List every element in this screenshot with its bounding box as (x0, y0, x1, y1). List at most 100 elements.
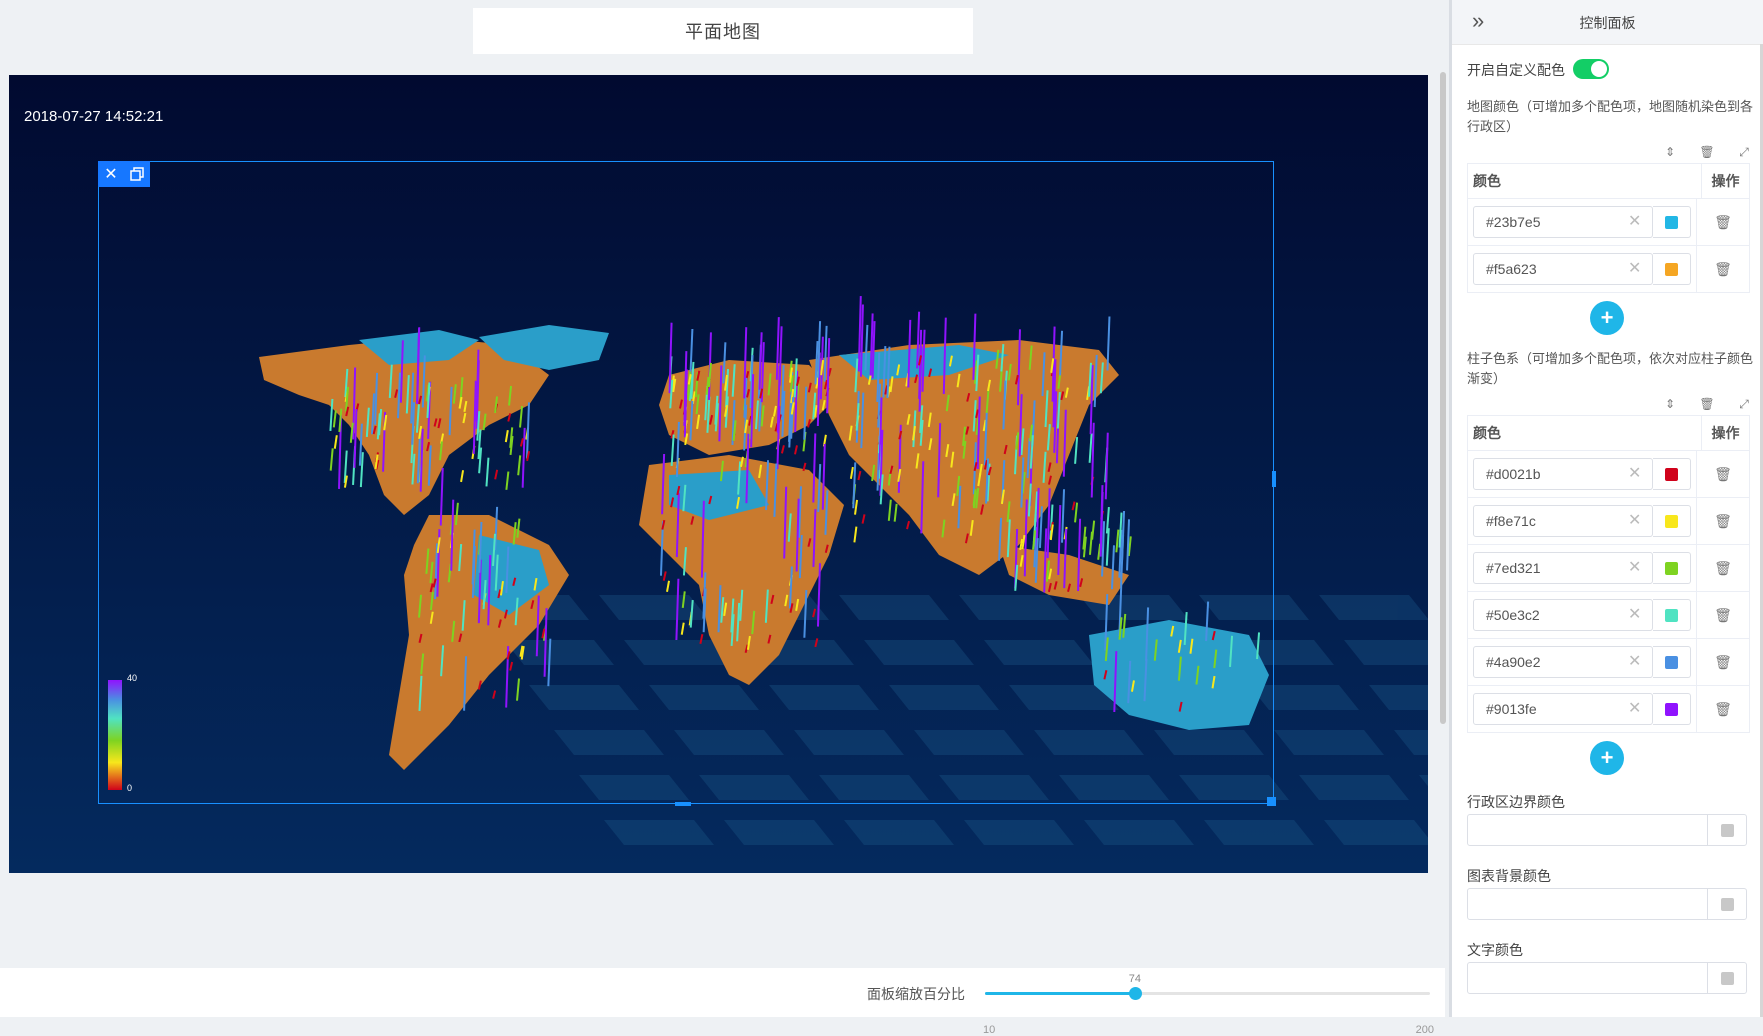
zoom-slider-thumb[interactable] (1128, 987, 1142, 1000)
table-header: 颜色 操作 (1468, 416, 1749, 451)
zoom-min-label: 10 (983, 1024, 996, 1036)
color-hex-input[interactable]: #50e3c2 (1473, 599, 1653, 631)
color-hex-input[interactable]: #f8e71c (1473, 505, 1653, 537)
col-action-header: 操作 (1711, 173, 1740, 189)
close-icon[interactable]: ✕ (98, 161, 124, 187)
action-cell: 🗑 (1697, 560, 1749, 577)
delete-row-icon[interactable]: 🗑 (1714, 560, 1732, 577)
text-color-input[interactable] (1467, 962, 1747, 994)
color-swatch (1665, 514, 1678, 528)
table-row: #7ed321 ✕ 🗑 (1468, 545, 1749, 592)
text-color-swatch[interactable] (1707, 963, 1746, 993)
table-row: #50e3c2 ✕ 🗑 (1468, 592, 1749, 639)
zoom-max-label: 200 (1415, 1024, 1434, 1036)
color-picker-button[interactable] (1653, 599, 1691, 631)
editor-area: 平面地图 2018-07-27 14:52:21 ✕ 40 0 (0, 0, 1446, 968)
clear-icon[interactable]: ✕ (1628, 206, 1641, 238)
color-cell: #f8e71c ✕ (1468, 498, 1697, 544)
color-picker-button[interactable] (1653, 552, 1691, 584)
add-map-color-button[interactable]: + (1590, 301, 1624, 335)
clear-icon[interactable]: ✕ (1628, 505, 1641, 537)
color-cell: #9013fe ✕ (1468, 686, 1697, 732)
table-row: #d0021b ✕ 🗑 (1468, 451, 1749, 498)
color-picker-button[interactable] (1653, 646, 1691, 678)
clear-icon[interactable]: ✕ (1628, 458, 1641, 490)
table-row: #f8e71c ✕ 🗑 (1468, 498, 1749, 545)
color-cell: #7ed321 ✕ (1468, 545, 1697, 591)
add-bar-color-button[interactable]: + (1590, 741, 1624, 775)
color-picker-button[interactable] (1653, 505, 1691, 537)
delete-row-icon[interactable]: 🗑 (1714, 466, 1732, 483)
col-action-header: 操作 (1711, 425, 1740, 441)
delete-row-icon[interactable]: 🗑 (1714, 261, 1732, 278)
color-hex-input[interactable]: #23b7e5 (1473, 206, 1653, 238)
color-picker-button[interactable] (1653, 206, 1691, 238)
delete-row-icon[interactable]: 🗑 (1714, 214, 1732, 231)
clear-icon[interactable]: ✕ (1628, 253, 1641, 285)
chart-bg-input[interactable] (1467, 888, 1747, 920)
zoom-slider[interactable]: 74 10 200 (983, 973, 1434, 1036)
color-swatch (1665, 702, 1678, 716)
map-canvas[interactable]: 2018-07-27 14:52:21 ✕ 40 0 (9, 75, 1428, 873)
sort-icon[interactable]: ⇕ (1662, 396, 1678, 412)
custom-color-toggle[interactable] (1573, 59, 1609, 79)
toggle-knob (1591, 61, 1607, 77)
delete-row-icon[interactable]: 🗑 (1714, 607, 1732, 624)
delete-row-icon[interactable]: 🗑 (1714, 701, 1732, 718)
color-hex-input[interactable]: #4a90e2 (1473, 646, 1653, 678)
color-swatch (1665, 608, 1678, 622)
color-swatch (1665, 561, 1678, 575)
resize-handle-corner[interactable] (1267, 797, 1276, 806)
editor-scrollbar[interactable] (1440, 72, 1446, 724)
color-hex-input[interactable]: #f5a623 (1473, 253, 1653, 285)
legend-color-scale (108, 680, 122, 790)
bar-colors-table: 颜色 操作 #d0021b ✕ 🗑 #f8e71c ✕ 🗑 #7ed321 ✕ 🗑 #50e3c2… (1467, 415, 1750, 733)
col-color-header: 颜色 (1468, 164, 1702, 198)
color-picker-button[interactable] (1653, 693, 1691, 725)
resize-handle-bottom[interactable] (675, 802, 691, 806)
table-row: #f5a623 ✕ 🗑 (1468, 246, 1749, 293)
selection-box[interactable] (98, 161, 1274, 804)
action-cell: 🗑 (1697, 214, 1749, 231)
color-swatch (1665, 655, 1678, 669)
action-cell: 🗑 (1697, 607, 1749, 624)
bar-colors-tools: ⇕ 🗑 ⤢ (1662, 396, 1752, 412)
sort-icon[interactable]: ⇕ (1662, 144, 1678, 160)
clear-icon[interactable]: ✕ (1628, 693, 1641, 725)
table-header: 颜色 操作 (1468, 164, 1749, 199)
color-hex-input[interactable]: #7ed321 (1473, 552, 1653, 584)
color-picker-button[interactable] (1653, 253, 1691, 285)
resize-handle-right[interactable] (1272, 471, 1276, 487)
color-hex-input[interactable]: #9013fe (1473, 693, 1653, 725)
selection-toolbar: ✕ (98, 161, 150, 187)
color-picker-button[interactable] (1653, 458, 1691, 490)
expand-icon[interactable]: ⤢ (1736, 396, 1752, 412)
clear-icon[interactable]: ✕ (1628, 552, 1641, 584)
action-cell: 🗑 (1697, 513, 1749, 530)
color-cell: #f5a623 ✕ (1468, 246, 1697, 292)
color-cell: #50e3c2 ✕ (1468, 592, 1697, 638)
control-panel: » 控制面板 开启自定义配色 地图颜色（可增加多个配色项，地图随机染色到各行政区… (1452, 0, 1763, 1017)
zoom-value: 74 (1128, 973, 1142, 985)
zoom-bar: 面板缩放百分比 74 10 200 (0, 968, 1445, 1036)
map-colors-tools: ⇕ 🗑 ⤢ (1662, 144, 1752, 160)
clear-icon[interactable]: ✕ (1628, 646, 1641, 678)
col-color-header: 颜色 (1468, 416, 1702, 450)
zoom-slider-fill (985, 992, 1135, 995)
color-hex-input[interactable]: #d0021b (1473, 458, 1653, 490)
copy-icon[interactable] (124, 161, 150, 187)
trash-icon[interactable]: 🗑 (1699, 396, 1715, 412)
map-colors-table: 颜色 操作 #23b7e5 ✕ 🗑 #f5a623 ✕ 🗑 (1467, 163, 1750, 293)
border-color-input[interactable] (1467, 814, 1747, 846)
border-color-label: 行政区边界颜色 (1467, 794, 1565, 810)
bar-colors-desc: 柱子色系（可增加多个配色项，依次对应柱子颜色渐变） (1467, 351, 1754, 386)
zoom-label: 面板缩放百分比 (867, 986, 965, 1002)
delete-row-icon[interactable]: 🗑 (1714, 654, 1732, 671)
chart-bg-swatch[interactable] (1707, 889, 1746, 919)
trash-icon[interactable]: 🗑 (1699, 144, 1715, 160)
clear-icon[interactable]: ✕ (1628, 599, 1641, 631)
delete-row-icon[interactable]: 🗑 (1714, 513, 1732, 530)
action-cell: 🗑 (1697, 466, 1749, 483)
border-color-swatch[interactable] (1707, 815, 1746, 845)
expand-icon[interactable]: ⤢ (1736, 144, 1752, 160)
